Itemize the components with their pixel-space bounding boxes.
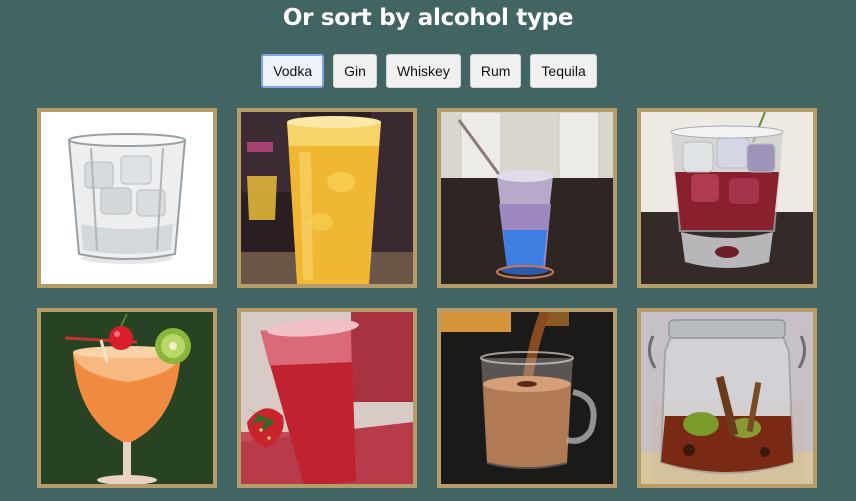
filter-whiskey-button[interactable]: Whiskey (385, 54, 461, 88)
orange-cocktail-cherry-kiwi-image (41, 312, 213, 484)
filter-tequila-button[interactable]: Tequila (530, 54, 597, 88)
drink-card[interactable] (37, 108, 217, 288)
drink-card[interactable] (237, 108, 417, 288)
alcohol-filter-bar: Vodka Gin Whiskey Rum Tequila (0, 54, 856, 88)
orange-highball-image (241, 112, 413, 284)
drink-card[interactable] (437, 108, 617, 288)
drink-card[interactable] (37, 308, 217, 488)
fruit-infused-jar-image (641, 312, 813, 484)
drink-card[interactable] (237, 308, 417, 488)
drink-card[interactable] (637, 308, 817, 488)
red-frozen-drink-image (241, 312, 413, 484)
drink-card[interactable] (637, 108, 817, 288)
blue-layered-drink-image (441, 112, 613, 284)
filter-gin-button[interactable]: Gin (333, 54, 377, 88)
coffee-liqueur-mug-image (441, 312, 613, 484)
drink-grid (37, 108, 817, 488)
red-drink-on-ice-image (641, 112, 813, 284)
clear-drink-image (41, 112, 213, 284)
filter-rum-button[interactable]: Rum (469, 54, 522, 88)
filter-vodka-button[interactable]: Vodka (261, 54, 325, 88)
drink-card[interactable] (437, 308, 617, 488)
page-title: Or sort by alcohol type (282, 5, 574, 31)
